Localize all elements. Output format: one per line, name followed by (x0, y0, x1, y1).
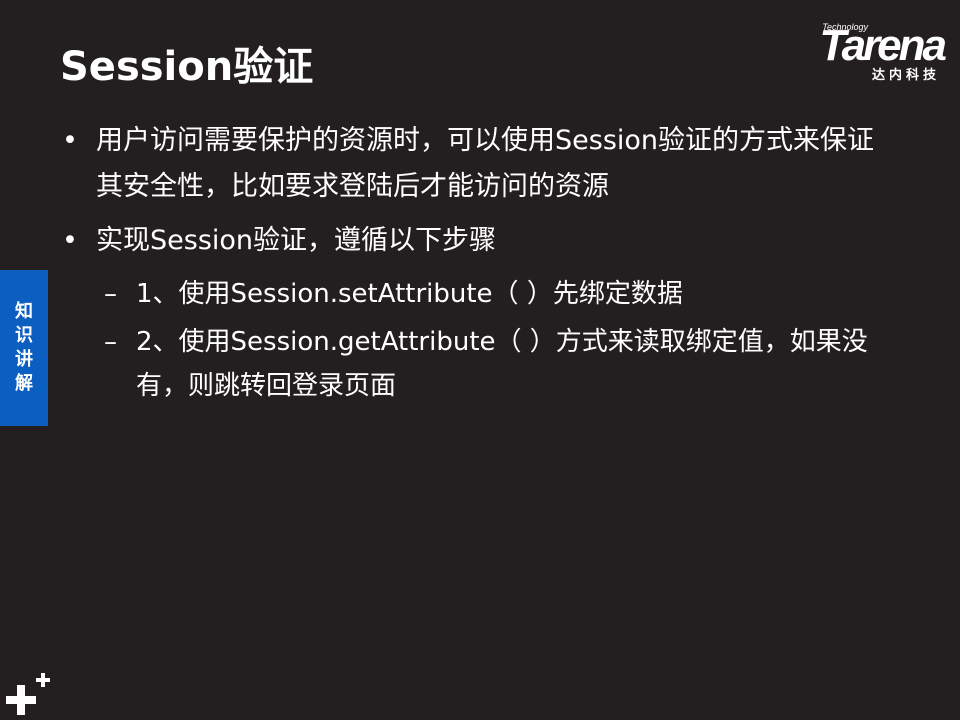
bullet-text: 用户访问需要保护的资源时，可以使用Session验证的方式来保证其安全性，比如要… (96, 125, 875, 202)
side-tab-char: 解 (15, 373, 33, 394)
logo-chinese-text: 达内科技 (871, 68, 940, 83)
logo-wordmark: Tarena (819, 21, 947, 70)
side-tab-char: 识 (15, 325, 33, 346)
bullet-item: • 用户访问需要保护的资源时，可以使用Session验证的方式来保证其安全性，比… (60, 118, 900, 210)
bullet-text: 实现Session验证，遵循以下步骤 (96, 225, 497, 256)
sub-bullet-item: – 1、使用Session.setAttribute（ ）先绑定数据 (60, 272, 900, 316)
side-tab-char: 知 (15, 301, 33, 322)
bullet-item: • 实现Session验证，遵循以下步骤 (60, 218, 900, 264)
bullet-marker: • (62, 125, 78, 156)
sub-bullet-item: – 2、使用Session.getAttribute（ ）方式来读取绑定值，如果… (60, 320, 900, 408)
bullet-marker: • (62, 225, 78, 256)
tarena-logo: Technology Tarena 达内科技 (778, 21, 947, 84)
side-tab-char: 讲 (15, 349, 33, 370)
slide: Session验证 Technology Tarena 达内科技 • 用户访问需… (0, 0, 960, 720)
plus-icon (6, 673, 50, 715)
sub-bullet-text: 1、使用Session.setAttribute（ ）先绑定数据 (136, 279, 683, 309)
sub-bullet-marker: – (104, 279, 117, 309)
knowledge-explanation-tab: 知 识 讲 解 (0, 270, 48, 426)
slide-content: • 用户访问需要保护的资源时，可以使用Session验证的方式来保证其安全性，比… (60, 118, 900, 412)
sub-bullet-marker: – (104, 327, 117, 357)
sub-bullet-text: 2、使用Session.getAttribute（ ）方式来读取绑定值，如果没有… (136, 327, 868, 401)
slide-title: Session验证 (60, 44, 314, 90)
